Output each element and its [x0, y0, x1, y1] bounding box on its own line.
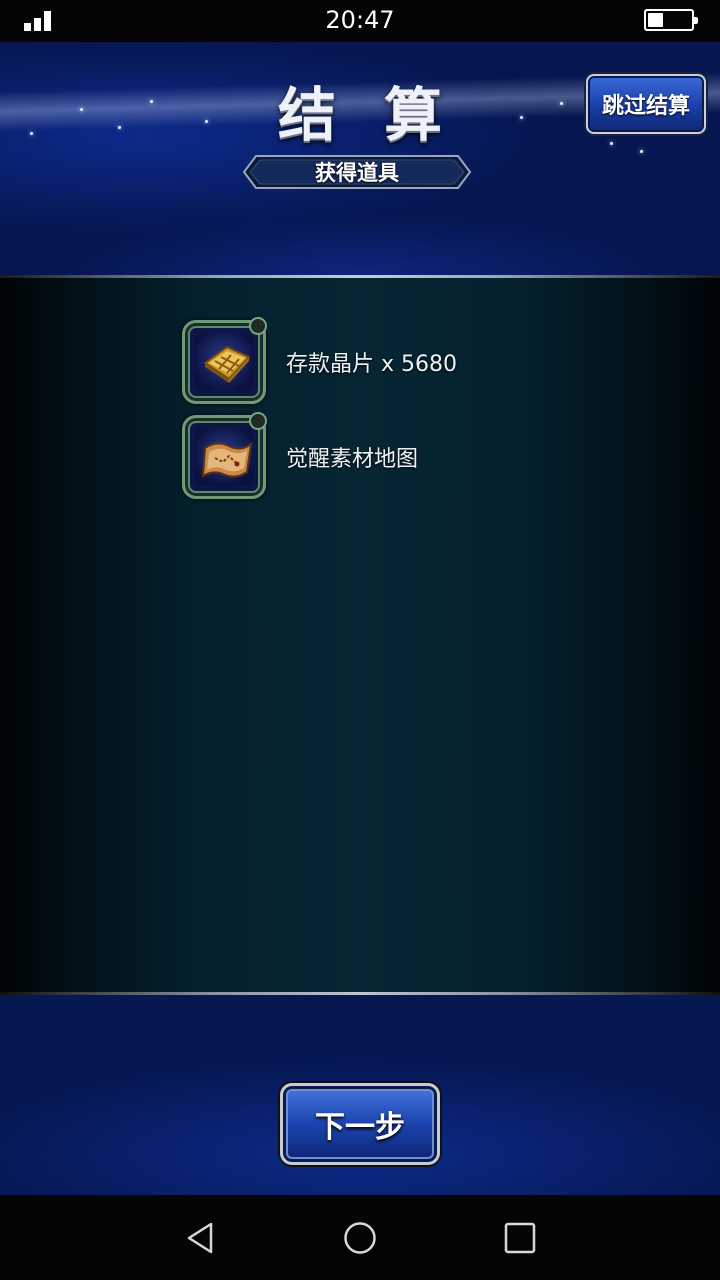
item-label: 存款晶片 x 5680	[286, 352, 457, 377]
home-icon[interactable]	[343, 1221, 377, 1255]
gold-chip-icon	[203, 345, 251, 383]
item-frame[interactable]	[182, 412, 267, 499]
system-nav-bar	[0, 1195, 720, 1280]
footer: 下一步	[0, 995, 720, 1195]
treasure-map-icon	[201, 441, 253, 478]
battery-level	[648, 13, 663, 27]
back-icon[interactable]	[183, 1221, 217, 1255]
item-label: 觉醒素材地图	[286, 447, 419, 472]
reward-list: 存款晶片 x 5680 觉醒素材地图	[0, 278, 720, 992]
subtitle-banner: 获得道具	[242, 154, 472, 190]
subtitle-text: 获得道具	[315, 161, 399, 185]
skip-results-button[interactable]: 跳过结算	[586, 74, 706, 134]
header: 结算 跳过结算 获得道具	[0, 42, 720, 278]
item-badge-icon	[249, 317, 267, 335]
battery-icon	[644, 9, 698, 31]
next-step-button[interactable]: 下一步	[280, 1083, 440, 1165]
recent-apps-icon[interactable]	[503, 1221, 537, 1255]
item-badge-icon	[249, 412, 267, 430]
item-frame[interactable]	[182, 317, 267, 404]
list-item: 存款晶片 x 5680	[182, 317, 457, 404]
list-item: 觉醒素材地图	[182, 412, 419, 499]
status-bar: 20:47	[0, 0, 720, 42]
clock: 20:47	[325, 6, 395, 34]
